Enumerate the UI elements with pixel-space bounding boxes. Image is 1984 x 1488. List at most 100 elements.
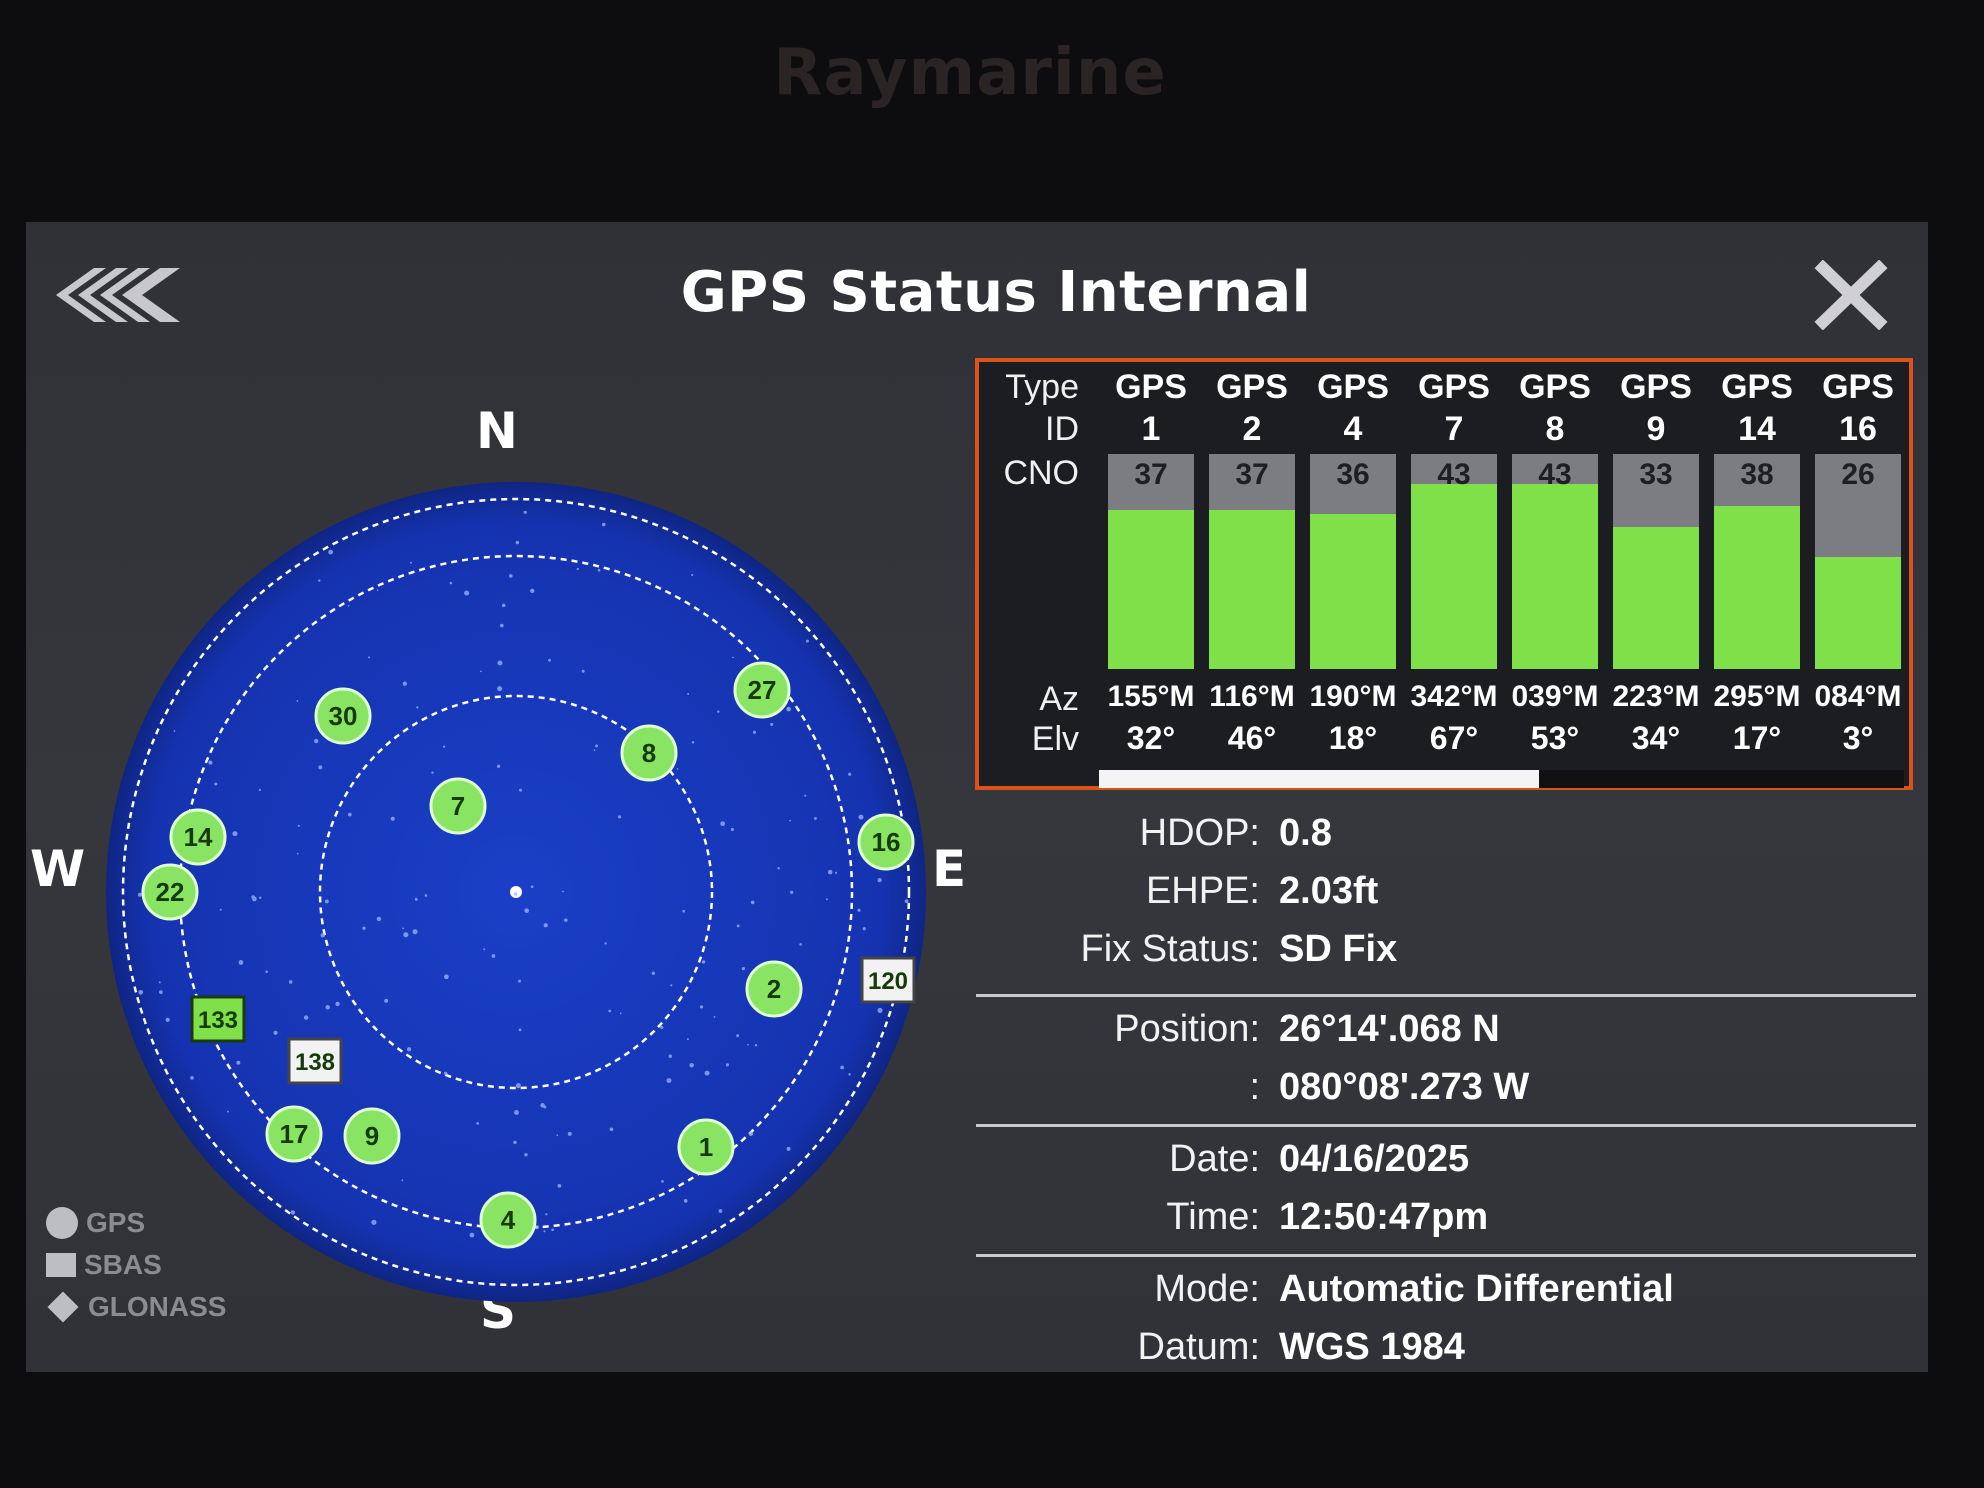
- sky-star: [513, 1140, 517, 1145]
- sky-star: [371, 1219, 377, 1225]
- elevation-value: 53°: [1530, 720, 1580, 756]
- sky-star: [689, 1062, 694, 1068]
- close-icon[interactable]: [1811, 260, 1891, 330]
- sky-star: [403, 932, 409, 938]
- satellite-id: 16: [872, 827, 901, 857]
- sky-star: [519, 788, 523, 792]
- sat-type: GPS: [1317, 368, 1389, 406]
- time-row: Time: 12:50:47pm: [976, 1196, 1916, 1246]
- sky-star: [159, 990, 163, 994]
- azimuth-value: 116°M: [1209, 680, 1295, 713]
- sky-star: [402, 927, 404, 930]
- cno-bar-fill: [1310, 514, 1396, 669]
- sky-star: [736, 1034, 740, 1038]
- sky-star: [251, 895, 255, 899]
- legend-sbas: SBAS: [46, 1244, 226, 1286]
- sky-star: [543, 1230, 546, 1233]
- sky-star: [609, 1127, 614, 1132]
- sky-star: [518, 1028, 522, 1032]
- sky-star: [608, 1009, 612, 1013]
- satellite-id: 9: [365, 1121, 379, 1151]
- mode-row: Mode: Automatic Differential: [976, 1268, 1916, 1318]
- compass-north: N: [476, 402, 518, 460]
- sky-star: [805, 639, 809, 643]
- sky-star: [601, 522, 606, 527]
- satellite-id: 14: [184, 822, 213, 852]
- sky-star: [670, 984, 673, 987]
- sky-star: [518, 979, 521, 983]
- sky-star: [604, 942, 607, 945]
- sky-star: [754, 1044, 758, 1047]
- cno-bar: 36: [1310, 454, 1396, 669]
- satellite-column: GPS 8 43 039°M 53°: [1510, 362, 1600, 762]
- sky-star: [501, 603, 506, 608]
- sky-star: [825, 898, 828, 901]
- ehpe-row: EHPE: 2.03ft: [976, 870, 1916, 920]
- sky-star: [777, 866, 780, 870]
- sky-star: [877, 877, 882, 883]
- satellite-id: 17: [280, 1119, 309, 1149]
- sky-star: [752, 730, 757, 734]
- sky-star: [789, 819, 792, 822]
- sky-star: [725, 1063, 730, 1067]
- sky-star: [661, 1179, 664, 1183]
- fix-status-label: Fix Status:: [1080, 928, 1261, 970]
- sky-star: [515, 1083, 521, 1089]
- sky-star: [717, 710, 720, 713]
- sky-star: [416, 706, 419, 709]
- legend-label: SBAS: [84, 1249, 162, 1280]
- sky-star: [443, 1071, 448, 1076]
- sky-star: [813, 817, 817, 820]
- hdop-row: HDOP: 0.8: [976, 812, 1916, 862]
- sat-type: GPS: [1115, 368, 1187, 406]
- page-title: GPS Status Internal: [680, 260, 1312, 325]
- sky-star: [190, 1075, 194, 1080]
- cno-value: 37: [1134, 458, 1168, 491]
- satellite-id: 138: [295, 1049, 335, 1076]
- cno-bar-fill: [1209, 509, 1295, 669]
- elevation-value: 18°: [1328, 720, 1378, 756]
- satellite-column: GPS 4 36 190°M 18°: [1308, 362, 1398, 762]
- satellite-id: 30: [329, 701, 358, 731]
- sky-star: [296, 852, 299, 855]
- sky-star: [524, 1153, 528, 1157]
- sky-star: [324, 899, 329, 904]
- satellite-marker: 16: [857, 813, 915, 871]
- azimuth-value: 190°M: [1309, 680, 1397, 713]
- sky-star: [238, 960, 244, 965]
- sky-star: [464, 590, 470, 596]
- azimuth-value: 039°M: [1511, 680, 1599, 713]
- satellite-marker: 1: [677, 1118, 735, 1176]
- sky-star: [804, 794, 807, 797]
- sky-star: [530, 588, 535, 594]
- table-scrollbar[interactable]: [1099, 770, 1904, 788]
- sky-star: [390, 816, 395, 821]
- compass-west: W: [30, 840, 86, 898]
- satellite-signal-table[interactable]: Type ID CNO Az Elv GPS 1 37 155°M 32° GPS 2 37 1…: [975, 358, 1913, 790]
- sky-star: [431, 771, 434, 774]
- cno-bar: 26: [1815, 454, 1901, 669]
- cno-bar-fill: [1512, 484, 1598, 669]
- position-lon-label: :: [1249, 1066, 1260, 1108]
- sky-star: [618, 815, 622, 819]
- circle-icon: [46, 1207, 78, 1239]
- sky-star: [736, 924, 740, 928]
- id-row-label: ID: [1045, 410, 1079, 448]
- elv-row-label: Elv: [1031, 720, 1079, 758]
- scrollbar-thumb[interactable]: [1099, 770, 1539, 788]
- satellite-id: 8: [642, 738, 656, 768]
- sky-star: [414, 897, 418, 901]
- sky-star: [848, 1073, 851, 1076]
- sky-star: [524, 908, 530, 913]
- sky-star: [368, 656, 370, 659]
- cno-value: 43: [1437, 458, 1471, 491]
- satellite-marker: 133: [190, 995, 246, 1043]
- satellite-id: 22: [156, 877, 185, 907]
- sky-star: [597, 568, 601, 572]
- back-icon[interactable]: [56, 260, 186, 330]
- sky-star: [770, 722, 774, 726]
- satellite-marker: 30: [314, 687, 372, 745]
- satellite-id: 27: [748, 675, 777, 705]
- sky-star: [840, 1065, 844, 1070]
- sky-star: [497, 686, 503, 692]
